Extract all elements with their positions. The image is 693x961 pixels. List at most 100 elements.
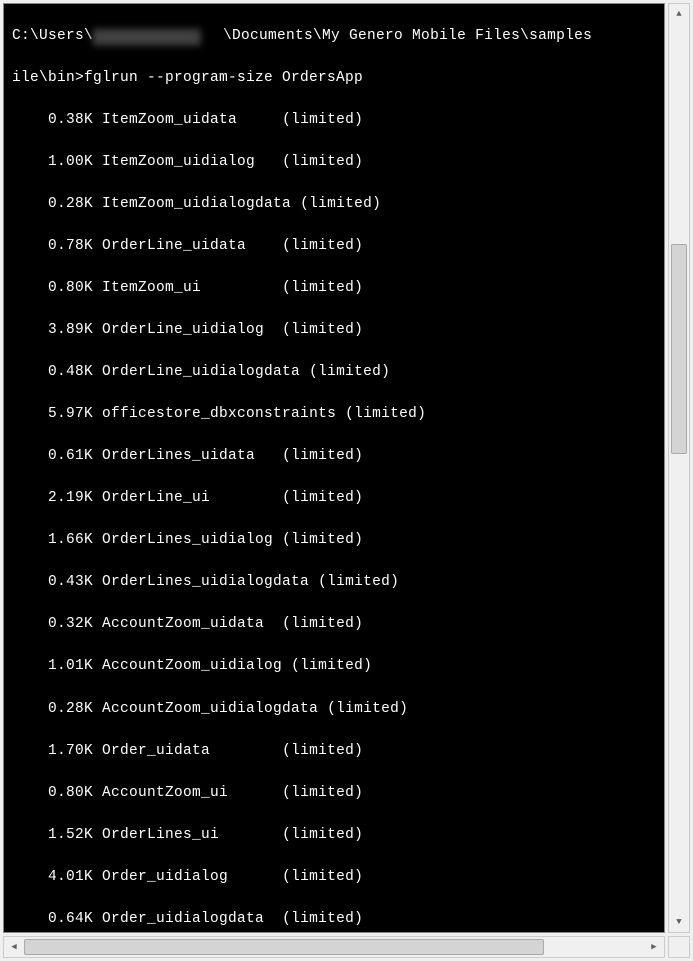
module-status: (limited)	[282, 112, 363, 128]
module-name: OrderLines_uidialogdata	[102, 574, 318, 590]
path-suffix: \Documents\My Genero Mobile Files\sample…	[223, 28, 592, 44]
module-size: 0.78K	[12, 238, 93, 254]
vertical-scrollbar[interactable]: ▲ ▼	[668, 3, 690, 933]
module-status: (limited)	[309, 364, 390, 380]
prompt-line-1: C:\Users\ \Documents\My Genero Mobile Fil…	[12, 26, 656, 47]
module-name: ItemZoom_uidialog	[102, 154, 282, 170]
module-row: 0.32K AccountZoom_uidata (limited)	[12, 614, 656, 635]
scroll-down-arrow-icon[interactable]: ▼	[669, 912, 689, 932]
module-size: 4.01K	[12, 869, 93, 885]
module-status: (limited)	[282, 280, 363, 296]
module-name: ItemZoom_uidata	[102, 112, 282, 128]
module-status: (limited)	[282, 238, 363, 254]
module-size: 2.19K	[12, 490, 93, 506]
module-row: 0.38K ItemZoom_uidata (limited)	[12, 110, 656, 131]
path-continued: ile\bin>	[12, 70, 84, 86]
vertical-scrollbar-thumb[interactable]	[671, 244, 687, 454]
module-row: 4.01K Order_uidialog (limited)	[12, 867, 656, 888]
path-prefix: \Users\	[30, 28, 93, 44]
module-status: (limited)	[327, 701, 408, 717]
module-size: 0.32K	[12, 616, 93, 632]
module-row: 1.66K OrderLines_uidialog (limited)	[12, 530, 656, 551]
module-name: OrderLine_uidata	[102, 238, 282, 254]
terminal-window: C:\Users\ \Documents\My Genero Mobile Fil…	[3, 3, 665, 933]
prompt-line-2: ile\bin>fglrun --program-size OrdersApp	[12, 68, 656, 89]
module-status: (limited)	[282, 322, 363, 338]
module-name: OrderLines_uidata	[102, 448, 282, 464]
module-row: 1.01K AccountZoom_uidialog (limited)	[12, 656, 656, 677]
module-name: officestore_dbxconstraints	[102, 406, 345, 422]
module-name: ItemZoom_uidialogdata	[102, 196, 300, 212]
scroll-right-arrow-icon[interactable]: ▶	[644, 937, 664, 957]
module-name: Order_uidata	[102, 743, 282, 759]
module-status: (limited)	[282, 743, 363, 759]
module-row: 1.00K ItemZoom_uidialog (limited)	[12, 152, 656, 173]
module-status: (limited)	[318, 574, 399, 590]
module-size: 0.64K	[12, 911, 93, 927]
scroll-corner	[668, 936, 690, 958]
module-status: (limited)	[282, 827, 363, 843]
module-status: (limited)	[282, 490, 363, 506]
module-name: AccountZoom_uidata	[102, 616, 282, 632]
module-size: 1.52K	[12, 827, 93, 843]
module-list: 0.38K ItemZoom_uidata (limited) 1.00K It…	[12, 110, 656, 933]
module-name: AccountZoom_uidialog	[102, 658, 291, 674]
module-name: ItemZoom_ui	[102, 280, 282, 296]
module-name: AccountZoom_uidialogdata	[102, 701, 327, 717]
module-size: 0.61K	[12, 448, 93, 464]
module-status: (limited)	[282, 532, 363, 548]
module-name: OrderLines_ui	[102, 827, 282, 843]
module-status: (limited)	[282, 448, 363, 464]
module-status: (limited)	[282, 785, 363, 801]
module-status: (limited)	[282, 869, 363, 885]
module-name: OrderLine_ui	[102, 490, 282, 506]
module-size: 1.66K	[12, 532, 93, 548]
redacted-username	[93, 28, 223, 42]
command-text: fglrun --program-size OrdersApp	[84, 70, 363, 86]
module-row: 3.89K OrderLine_uidialog (limited)	[12, 320, 656, 341]
scroll-up-arrow-icon[interactable]: ▲	[669, 4, 689, 24]
module-size: 0.38K	[12, 112, 93, 128]
module-size: 0.43K	[12, 574, 93, 590]
module-row: 0.78K OrderLine_uidata (limited)	[12, 236, 656, 257]
module-row: 0.28K AccountZoom_uidialogdata (limited)	[12, 699, 656, 720]
module-row: 0.80K AccountZoom_ui (limited)	[12, 783, 656, 804]
module-name: OrderLine_uidialog	[102, 322, 282, 338]
module-name: OrderLines_uidialog	[102, 532, 282, 548]
module-status: (limited)	[282, 616, 363, 632]
module-row: 5.97K officestore_dbxconstraints (limite…	[12, 404, 656, 425]
module-size: 0.48K	[12, 364, 93, 380]
module-name: AccountZoom_ui	[102, 785, 282, 801]
horizontal-scrollbar[interactable]: ◀ ▶	[3, 936, 665, 958]
horizontal-scrollbar-thumb[interactable]	[24, 939, 544, 955]
module-size: 0.28K	[12, 701, 93, 717]
module-row: 0.61K OrderLines_uidata (limited)	[12, 446, 656, 467]
module-name: Order_uidialog	[102, 869, 282, 885]
module-row: 1.70K Order_uidata (limited)	[12, 741, 656, 762]
scroll-left-arrow-icon[interactable]: ◀	[4, 937, 24, 957]
module-size: 1.01K	[12, 658, 93, 674]
module-size: 3.89K	[12, 322, 93, 338]
module-status: (limited)	[282, 911, 363, 927]
module-row: 0.28K ItemZoom_uidialogdata (limited)	[12, 194, 656, 215]
module-name: Order_uidialogdata	[102, 911, 282, 927]
module-status: (limited)	[345, 406, 426, 422]
module-row: 0.43K OrderLines_uidialogdata (limited)	[12, 572, 656, 593]
module-status: (limited)	[282, 154, 363, 170]
module-size: 0.80K	[12, 280, 93, 296]
module-row: 0.64K Order_uidialogdata (limited)	[12, 909, 656, 930]
drive: C:	[12, 28, 30, 44]
module-name: OrderLine_uidialogdata	[102, 364, 309, 380]
module-row: 0.48K OrderLine_uidialogdata (limited)	[12, 362, 656, 383]
module-size: 1.70K	[12, 743, 93, 759]
module-size: 0.80K	[12, 785, 93, 801]
module-row: 2.19K OrderLine_ui (limited)	[12, 488, 656, 509]
module-size: 0.28K	[12, 196, 93, 212]
module-status: (limited)	[291, 658, 372, 674]
module-row: 0.80K ItemZoom_ui (limited)	[12, 278, 656, 299]
module-size: 1.00K	[12, 154, 93, 170]
module-size: 5.97K	[12, 406, 93, 422]
terminal-content: C:\Users\ \Documents\My Genero Mobile Fil…	[4, 4, 664, 933]
module-status: (limited)	[300, 196, 381, 212]
module-row: 1.52K OrderLines_ui (limited)	[12, 825, 656, 846]
